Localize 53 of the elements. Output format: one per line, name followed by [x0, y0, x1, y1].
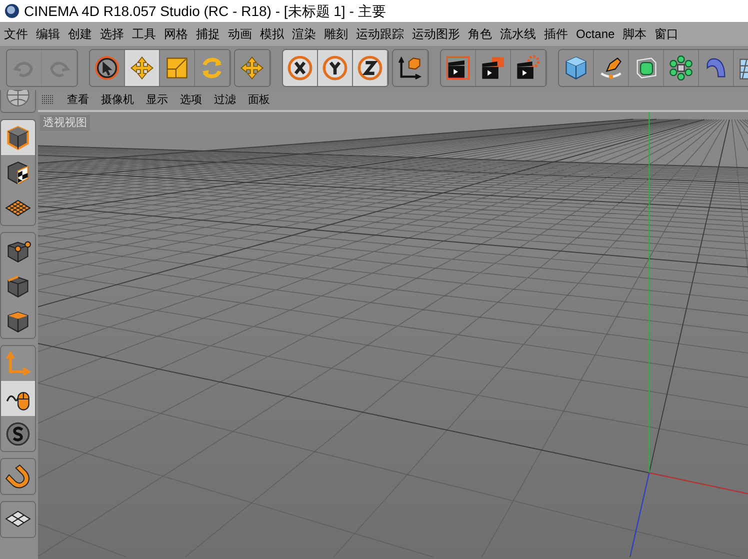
menu-item[interactable]: 脚本	[618, 25, 651, 43]
magnet-icon	[5, 464, 31, 490]
menu-item[interactable]: 创建	[64, 25, 96, 43]
tool-button[interactable]	[283, 50, 318, 86]
menu-item[interactable]: 工具	[128, 25, 160, 43]
cube-icon	[5, 124, 31, 150]
y-axis-icon	[322, 55, 348, 81]
solo-s-icon	[5, 420, 31, 446]
pen-icon	[598, 55, 624, 81]
select-icon	[94, 55, 120, 81]
move-icon	[239, 55, 265, 81]
window-title: CINEMA 4D R18.057 Studio (RC - R18) - [未标题 1] - 主要	[24, 2, 386, 21]
menu-item[interactable]: 雕刻	[320, 25, 352, 43]
scale-icon	[164, 55, 190, 81]
menu-item[interactable]: 显示	[141, 92, 173, 108]
clapperboard-icon	[445, 55, 471, 81]
tool-button[interactable]	[318, 50, 353, 86]
axis-icon	[5, 350, 31, 376]
cloner-icon	[668, 55, 694, 81]
tool-button[interactable]	[441, 50, 476, 86]
tool-button[interactable]	[353, 50, 388, 86]
menu-item[interactable]: 面板	[243, 92, 275, 108]
menu-item[interactable]: 选择	[96, 25, 128, 43]
menu-item[interactable]: 流水线	[496, 25, 540, 43]
menu-item[interactable]: 角色	[464, 25, 496, 43]
menu-item[interactable]: 渲染	[288, 25, 320, 43]
menu-item[interactable]: 窗口	[650, 25, 683, 43]
menu-item[interactable]: 查看	[62, 92, 94, 108]
clapperboard-gear-icon	[515, 55, 541, 81]
menu-item[interactable]: 摄像机	[96, 92, 139, 108]
cube-icon	[563, 55, 589, 81]
menu-item[interactable]: 运动跟踪	[352, 25, 408, 43]
menu-item[interactable]: 网格	[160, 25, 192, 43]
menu-item[interactable]: 编辑	[32, 25, 64, 43]
z-axis-icon	[357, 55, 383, 81]
app-logo-icon	[4, 3, 20, 19]
checkered-cube-icon	[5, 160, 31, 186]
tool-button[interactable]	[1, 381, 35, 416]
menu-item[interactable]: 文件	[0, 25, 32, 43]
x-axis-icon	[287, 55, 313, 81]
menu-item[interactable]: Octane	[572, 25, 619, 43]
menu-item[interactable]: 模拟	[256, 25, 288, 43]
clapperboard-icon	[480, 55, 506, 81]
coordinate-axes-icon	[397, 55, 423, 81]
menu-item[interactable]: 捕捉	[192, 25, 224, 43]
menu-item[interactable]: 插件	[540, 25, 572, 43]
menu-item[interactable]: 动画	[224, 25, 256, 43]
menu-item[interactable]: 选项	[175, 92, 207, 108]
tool-button[interactable]	[1, 120, 35, 155]
menu-item[interactable]: 过滤	[209, 92, 241, 108]
viewport-label: 透视视图	[40, 115, 90, 131]
menu-item[interactable]: 运动图形	[408, 25, 464, 43]
move-icon	[129, 55, 155, 81]
